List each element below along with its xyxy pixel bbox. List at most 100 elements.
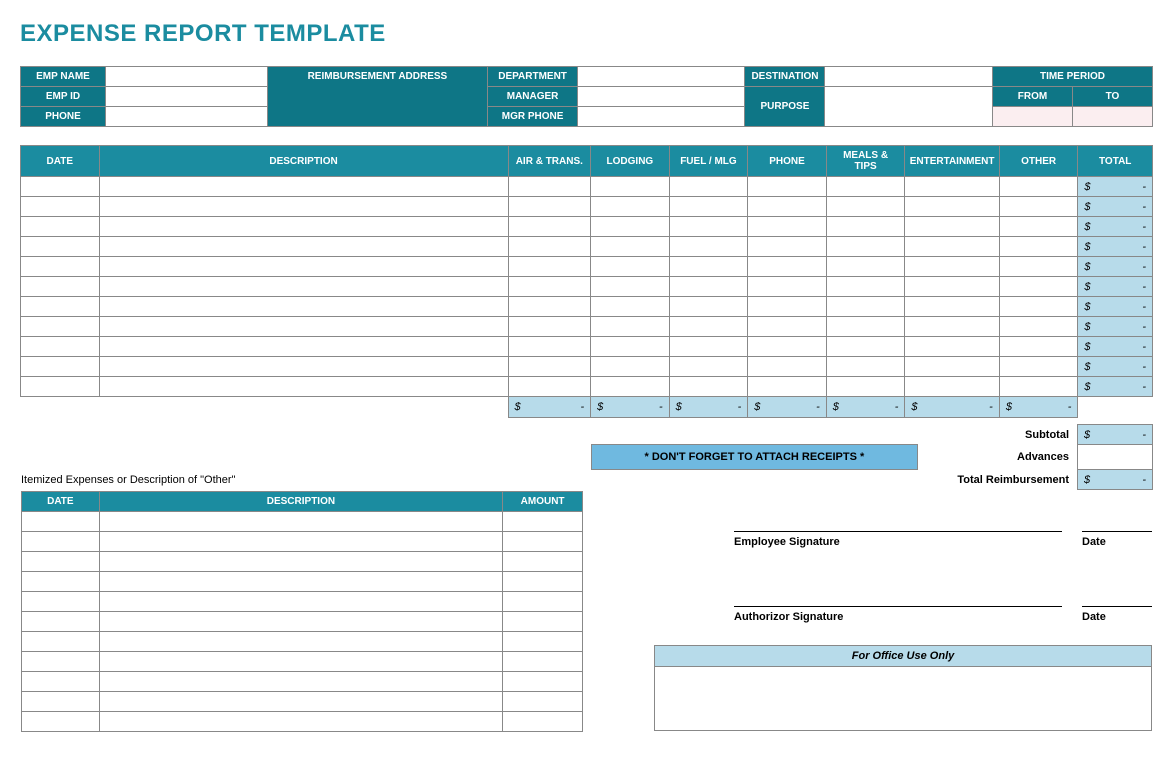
input-destination[interactable]: [825, 67, 992, 87]
data-cell[interactable]: [508, 277, 591, 297]
data-cell[interactable]: [999, 377, 1078, 397]
data-cell[interactable]: [669, 197, 748, 217]
data-cell[interactable]: [591, 257, 670, 277]
data-cell[interactable]: [503, 692, 583, 712]
data-cell[interactable]: [99, 317, 508, 337]
data-cell[interactable]: [508, 337, 591, 357]
data-cell[interactable]: [503, 592, 583, 612]
data-cell[interactable]: [999, 177, 1078, 197]
data-cell[interactable]: [826, 317, 905, 337]
data-cell[interactable]: [99, 177, 508, 197]
data-cell[interactable]: [999, 317, 1078, 337]
data-cell[interactable]: [669, 337, 748, 357]
data-cell[interactable]: [21, 277, 100, 297]
data-cell[interactable]: [99, 512, 503, 532]
data-cell[interactable]: [999, 277, 1078, 297]
input-emp-name[interactable]: [105, 67, 267, 87]
data-cell[interactable]: [591, 297, 670, 317]
data-cell[interactable]: [99, 532, 503, 552]
data-cell[interactable]: [748, 257, 827, 277]
data-cell[interactable]: [21, 297, 100, 317]
data-cell[interactable]: [21, 337, 100, 357]
data-cell[interactable]: [591, 377, 670, 397]
data-cell[interactable]: [22, 592, 100, 612]
data-cell[interactable]: [999, 357, 1078, 377]
data-cell[interactable]: [21, 217, 100, 237]
data-cell[interactable]: [99, 237, 508, 257]
data-cell[interactable]: [748, 237, 827, 257]
data-cell[interactable]: [503, 712, 583, 732]
input-from[interactable]: [992, 107, 1072, 127]
data-cell[interactable]: [669, 277, 748, 297]
data-cell[interactable]: [905, 237, 999, 257]
data-cell[interactable]: [591, 217, 670, 237]
data-cell[interactable]: [503, 572, 583, 592]
data-cell[interactable]: [999, 257, 1078, 277]
data-cell[interactable]: [999, 297, 1078, 317]
data-cell[interactable]: [503, 672, 583, 692]
input-to[interactable]: [1072, 107, 1152, 127]
data-cell[interactable]: [669, 357, 748, 377]
data-cell[interactable]: [826, 197, 905, 217]
data-cell[interactable]: [669, 237, 748, 257]
office-use-body[interactable]: [654, 667, 1152, 731]
data-cell[interactable]: [999, 217, 1078, 237]
data-cell[interactable]: [22, 652, 100, 672]
data-cell[interactable]: [669, 257, 748, 277]
data-cell[interactable]: [748, 197, 827, 217]
data-cell[interactable]: [669, 217, 748, 237]
data-cell[interactable]: [905, 357, 999, 377]
data-cell[interactable]: [503, 532, 583, 552]
data-cell[interactable]: [748, 297, 827, 317]
input-department[interactable]: [577, 67, 744, 87]
employee-signature-date[interactable]: Date: [1082, 531, 1152, 548]
data-cell[interactable]: [99, 217, 508, 237]
data-cell[interactable]: [669, 317, 748, 337]
data-cell[interactable]: [508, 317, 591, 337]
data-cell[interactable]: [508, 257, 591, 277]
data-cell[interactable]: [669, 377, 748, 397]
data-cell[interactable]: [22, 532, 100, 552]
data-cell[interactable]: [99, 712, 503, 732]
data-cell[interactable]: [826, 297, 905, 317]
data-cell[interactable]: [99, 672, 503, 692]
data-cell[interactable]: [21, 377, 100, 397]
data-cell[interactable]: [99, 257, 508, 277]
data-cell[interactable]: [905, 317, 999, 337]
data-cell[interactable]: [826, 357, 905, 377]
data-cell[interactable]: [22, 512, 100, 532]
data-cell[interactable]: [508, 177, 591, 197]
data-cell[interactable]: [503, 632, 583, 652]
data-cell[interactable]: [591, 317, 670, 337]
data-cell[interactable]: [826, 337, 905, 357]
data-cell[interactable]: [748, 337, 827, 357]
data-cell[interactable]: [591, 277, 670, 297]
data-cell[interactable]: [99, 197, 508, 217]
data-cell[interactable]: [99, 592, 503, 612]
data-cell[interactable]: [503, 552, 583, 572]
data-cell[interactable]: [99, 612, 503, 632]
input-mgr-phone[interactable]: [577, 107, 744, 127]
data-cell[interactable]: [503, 512, 583, 532]
data-cell[interactable]: [748, 377, 827, 397]
data-cell[interactable]: [508, 217, 591, 237]
data-cell[interactable]: [748, 317, 827, 337]
data-cell[interactable]: [22, 572, 100, 592]
data-cell[interactable]: [999, 197, 1078, 217]
data-cell[interactable]: [905, 297, 999, 317]
data-cell[interactable]: [22, 612, 100, 632]
data-cell[interactable]: [508, 357, 591, 377]
data-cell[interactable]: [826, 217, 905, 237]
data-cell[interactable]: [826, 257, 905, 277]
input-phone[interactable]: [105, 107, 267, 127]
data-cell[interactable]: [508, 197, 591, 217]
data-cell[interactable]: [826, 237, 905, 257]
data-cell[interactable]: [508, 297, 591, 317]
data-cell[interactable]: [591, 197, 670, 217]
data-cell[interactable]: [748, 177, 827, 197]
value-advances[interactable]: [1078, 445, 1153, 470]
data-cell[interactable]: [22, 552, 100, 572]
data-cell[interactable]: [905, 217, 999, 237]
data-cell[interactable]: [21, 357, 100, 377]
data-cell[interactable]: [503, 612, 583, 632]
